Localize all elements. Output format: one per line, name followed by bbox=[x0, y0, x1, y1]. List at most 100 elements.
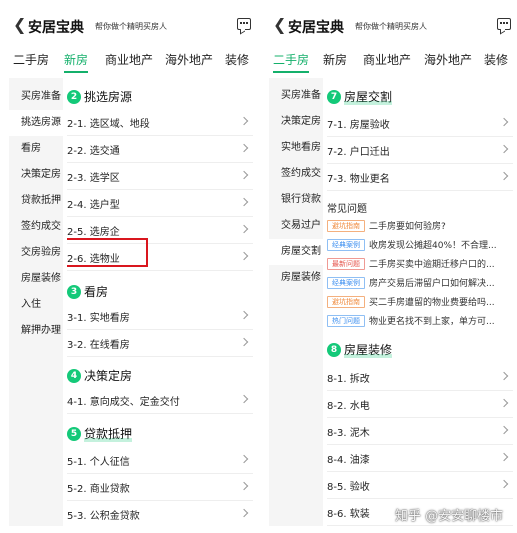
list-item-label: 4-1. 意向成交、定金交付 bbox=[67, 397, 180, 408]
section-number-badge: 3 bbox=[67, 285, 81, 299]
list-item[interactable]: 2-4. 选户型 bbox=[67, 191, 253, 217]
list-item-label: 7-1. 房屋验收 bbox=[327, 120, 390, 131]
chevron-right-icon bbox=[239, 224, 249, 234]
chevron-right-icon bbox=[239, 143, 249, 153]
faq-item[interactable]: 经典案例 房产交易后滞留户口如何解决... bbox=[327, 276, 515, 290]
section-title: 房屋装修 bbox=[344, 343, 393, 358]
list-item[interactable]: 5-2. 商业贷款 bbox=[67, 475, 253, 501]
list-item-label: 2-4. 选户型 bbox=[67, 200, 120, 211]
message-icon[interactable] bbox=[497, 18, 511, 30]
sidebar-item[interactable]: 买房准备 bbox=[9, 84, 63, 110]
app-subtitle: 帮你做个精明买房人 bbox=[355, 22, 427, 31]
sidebar-item[interactable]: 交易过户 bbox=[269, 213, 323, 239]
sidebar-item[interactable]: 看房 bbox=[9, 136, 63, 162]
sidebar-item[interactable]: 决策定房 bbox=[269, 109, 323, 135]
list-item[interactable]: 7-1. 房屋验收 bbox=[327, 111, 513, 137]
list-item-label: 5-2. 商业贷款 bbox=[67, 484, 130, 495]
list-item[interactable]: 7-2. 户口迁出 bbox=[327, 138, 513, 164]
list-item[interactable]: 8-1. 拆改 bbox=[327, 365, 513, 391]
faq-title: 常见问题 bbox=[327, 204, 367, 215]
section-number-badge: 2 bbox=[67, 90, 81, 104]
chevron-right-icon bbox=[239, 251, 249, 261]
tab-ershoufang[interactable]: 二手房 bbox=[273, 51, 310, 73]
section-title: 看房 bbox=[84, 285, 109, 299]
message-icon[interactable] bbox=[237, 18, 251, 30]
watermark: 知乎 @安安聊楼市 bbox=[395, 509, 504, 524]
tab-xinfang[interactable]: 新房 bbox=[323, 51, 347, 68]
content-list: 7 房屋交割 7-1. 房屋验收 7-2. 户口迁出 7-3. 物业更名 常见问… bbox=[327, 78, 515, 526]
chevron-right-icon bbox=[499, 144, 509, 154]
faq-item[interactable]: 最新问题 二手房买卖中逾期迁移户口的... bbox=[327, 257, 515, 271]
app-title: 安居宝典 bbox=[28, 20, 84, 36]
tab-zhuangxiu[interactable]: 装修 bbox=[225, 51, 249, 68]
tab-haiwai[interactable]: 海外地产 bbox=[424, 51, 472, 68]
back-chevron-icon[interactable]: ❮ bbox=[273, 17, 286, 33]
list-item[interactable]: 3-1. 实地看房 bbox=[67, 304, 253, 330]
sidebar-item[interactable]: 实地看房 bbox=[269, 135, 323, 161]
chevron-right-icon bbox=[239, 310, 249, 320]
app-title: 安居宝典 bbox=[288, 20, 344, 36]
list-item[interactable]: 5-3. 公积金贷款 bbox=[67, 502, 253, 526]
faq-item[interactable]: 经典案例 收房发现公摊超40%！不合理... bbox=[327, 238, 515, 252]
list-item[interactable]: 3-2. 在线看房 bbox=[67, 331, 253, 357]
sidebar-item-active[interactable]: 房屋交割 bbox=[269, 239, 323, 265]
list-item[interactable]: 7-3. 物业更名 bbox=[327, 165, 513, 191]
list-item[interactable]: 5-1. 个人征信 bbox=[67, 448, 253, 474]
list-item[interactable]: 4-1. 意向成交、定金交付 bbox=[67, 388, 253, 414]
chevron-right-icon bbox=[499, 479, 509, 489]
sidebar-item[interactable]: 解押办理 bbox=[9, 318, 63, 344]
sidebar-item[interactable]: 交房验房 bbox=[9, 240, 63, 266]
sidebar-item-active[interactable]: 挑选房源 bbox=[9, 110, 63, 136]
faq-tag: 经典案例 bbox=[327, 239, 365, 251]
chevron-right-icon bbox=[239, 508, 249, 518]
list-item-label: 3-2. 在线看房 bbox=[67, 340, 130, 351]
sidebar-item[interactable]: 买房准备 bbox=[269, 83, 323, 109]
tab-zhuangxiu[interactable]: 装修 bbox=[484, 51, 508, 68]
list-item-label: 2-1. 选区域、地段 bbox=[67, 119, 150, 130]
section-title: 决策定房 bbox=[84, 369, 133, 383]
list-item[interactable]: 8-5. 验收 bbox=[327, 473, 513, 499]
back-chevron-icon[interactable]: ❮ bbox=[13, 17, 26, 33]
chevron-right-icon bbox=[499, 425, 509, 435]
list-item[interactable]: 2-1. 选区域、地段 bbox=[67, 110, 253, 136]
sidebar-item[interactable]: 银行贷款 bbox=[269, 187, 323, 213]
sidebar-item[interactable]: 签约成交 bbox=[9, 214, 63, 240]
faq-item[interactable]: 避坑指南 二手房要如何验房? bbox=[327, 219, 515, 233]
list-item-label: 8-5. 验收 bbox=[327, 482, 370, 493]
tab-shangye[interactable]: 商业地产 bbox=[105, 51, 153, 68]
section-number-badge: 5 bbox=[67, 427, 81, 441]
tab-haiwai[interactable]: 海外地产 bbox=[165, 51, 213, 68]
list-item[interactable]: 2-3. 选学区 bbox=[67, 164, 253, 190]
chevron-right-icon bbox=[499, 171, 509, 181]
sidebar-item[interactable]: 入住 bbox=[9, 292, 63, 318]
chevron-right-icon bbox=[239, 481, 249, 491]
faq-text: 收房发现公摊超40%！不合理... bbox=[369, 241, 497, 251]
category-tabs: 二手房 新房 商业地产 海外地产 装修 bbox=[9, 48, 255, 78]
right-screen: ❮ 安居宝典 帮你做个精明买房人 二手房 新房 商业地产 海外地产 装修 买房准… bbox=[269, 8, 515, 526]
list-item[interactable]: 8-2. 水电 bbox=[327, 392, 513, 418]
sidebar-item[interactable]: 决策定房 bbox=[9, 162, 63, 188]
tab-xinfang[interactable]: 新房 bbox=[64, 51, 89, 73]
faq-tag: 最新问题 bbox=[327, 258, 365, 270]
sidebar-item[interactable]: 贷款抵押 bbox=[9, 188, 63, 214]
section-number-badge: 4 bbox=[67, 369, 81, 383]
list-item-label: 2-5. 选房企 bbox=[67, 227, 120, 238]
tab-shangye[interactable]: 商业地产 bbox=[363, 51, 411, 68]
tab-ershoufang[interactable]: 二手房 bbox=[13, 51, 49, 68]
list-item[interactable]: 2-2. 选交通 bbox=[67, 137, 253, 163]
chevron-right-icon bbox=[239, 454, 249, 464]
app-subtitle: 帮你做个精明买房人 bbox=[95, 22, 167, 31]
chevron-right-icon bbox=[499, 371, 509, 381]
list-item[interactable]: 8-3. 泥木 bbox=[327, 419, 513, 445]
chevron-right-icon bbox=[499, 398, 509, 408]
chevron-right-icon bbox=[239, 394, 249, 404]
list-item-label: 2-2. 选交通 bbox=[67, 146, 120, 157]
faq-item[interactable]: 热门问题 物业更名找不到上家，单方可... bbox=[327, 314, 515, 328]
sidebar-item[interactable]: 房屋装修 bbox=[269, 265, 323, 291]
sidebar-item[interactable]: 房屋装修 bbox=[9, 266, 63, 292]
list-item[interactable]: 8-4. 油漆 bbox=[327, 446, 513, 472]
faq-item[interactable]: 避坑指南 买二手房遭留的物业费要给吗... bbox=[327, 295, 515, 309]
sidebar-item[interactable]: 签约成交 bbox=[269, 161, 323, 187]
sidebar: 买房准备 决策定房 实地看房 签约成交 银行贷款 交易过户 房屋交割 房屋装修 bbox=[269, 78, 323, 526]
faq-text: 二手房要如何验房? bbox=[369, 222, 446, 232]
